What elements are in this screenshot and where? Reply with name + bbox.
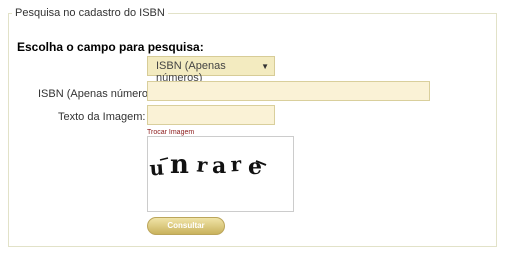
captcha-glyph: n	[170, 150, 189, 180]
captcha-glyph: r	[196, 152, 209, 177]
search-field-select[interactable]: ISBN (Apenas números) ▼	[147, 56, 275, 84]
image-text-input[interactable]	[147, 105, 275, 125]
chevron-down-icon: ▼	[261, 62, 269, 71]
consultar-button[interactable]: Consultar	[147, 217, 225, 235]
search-field-heading: Escolha o campo para pesquisa:	[17, 40, 204, 54]
captcha-glyph: e	[248, 154, 262, 180]
change-image-link[interactable]: Trocar Imagem	[147, 129, 194, 136]
captcha-glyph: r	[230, 152, 242, 177]
isbn-label: ISBN (Apenas números):	[38, 88, 161, 100]
image-text-label: Texto da Imagem:	[58, 111, 146, 123]
isbn-input[interactable]	[147, 81, 430, 101]
fieldset-legend: Pesquisa no cadastro do ISBN	[12, 7, 168, 19]
captcha-text-graphic: u n r a r e	[149, 150, 267, 181]
captcha-image: u n r a r e	[147, 136, 294, 212]
captcha-glyph: a	[212, 153, 226, 179]
